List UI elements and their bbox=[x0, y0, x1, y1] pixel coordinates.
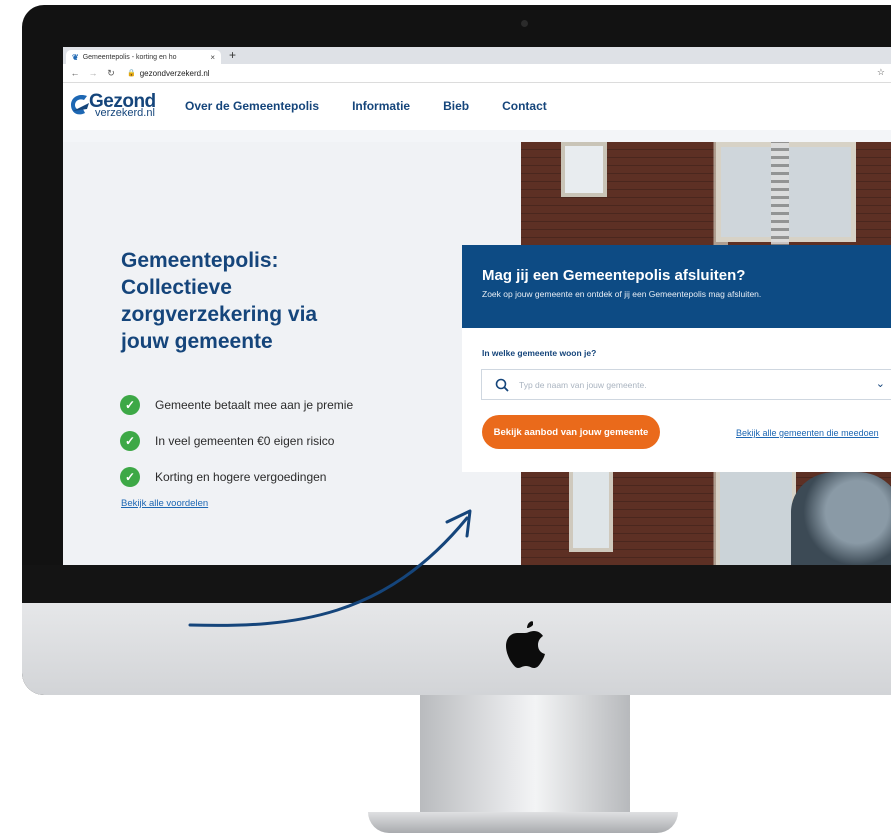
nav-over-gemeentepolis[interactable]: Over de Gemeentepolis bbox=[185, 99, 319, 113]
check-icon: ✓ bbox=[120, 467, 140, 487]
benefit-text: Gemeente betaalt mee aan je premie bbox=[155, 398, 354, 412]
back-icon[interactable]: ← bbox=[69, 68, 81, 78]
tab-title: Gemeentepolis - korting en ho bbox=[82, 53, 177, 61]
logo-word-verzekerd: verzekerd.nl bbox=[95, 107, 155, 119]
municipality-search-input[interactable] bbox=[517, 378, 851, 391]
all-municipalities-link[interactable]: Bekijk alle gemeenten die meedoen bbox=[736, 428, 879, 438]
photo-window bbox=[716, 462, 796, 565]
apple-logo-icon bbox=[506, 621, 545, 668]
browser-tab-strip: ❦ Gemeentepolis - korting en ho × + bbox=[63, 47, 891, 64]
view-offer-button[interactable]: Bekijk aanbod van jouw gemeente bbox=[482, 415, 660, 449]
bookmark-star-icon[interactable]: ☆ bbox=[877, 67, 885, 78]
search-card-header: Mag jij een Gemeentepolis afsluiten? Zoe… bbox=[462, 245, 891, 328]
camera-dot bbox=[521, 20, 528, 27]
photo-chain bbox=[771, 142, 789, 252]
photo-window bbox=[561, 142, 607, 197]
lock-icon: 🔒 bbox=[127, 70, 136, 77]
benefit-list: ✓ Gemeente betaalt mee aan je premie ✓ I… bbox=[120, 387, 353, 495]
benefit-text: Korting en hogere vergoedingen bbox=[155, 470, 327, 484]
screen: ❦ Gemeentepolis - korting en ho × + ← → … bbox=[63, 47, 891, 565]
main-nav: Over de Gemeentepolis Informatie Bieb Co… bbox=[185, 99, 580, 113]
photo-person bbox=[791, 472, 891, 565]
nav-bieb[interactable]: Bieb bbox=[443, 99, 469, 113]
municipality-select[interactable]: ⌄ bbox=[481, 369, 891, 400]
favicon-icon: ❦ bbox=[72, 52, 79, 62]
benefit-text: In veel gemeenten €0 eigen risico bbox=[155, 434, 335, 448]
site-header: Gezond verzekerd.nl Over de Gemeentepoli… bbox=[63, 83, 891, 130]
benefit-item: ✓ Korting en hogere vergoedingen bbox=[120, 459, 353, 495]
address-bar: ← → ↻ 🔒 gezondverzekerd.nl ☆ bbox=[63, 64, 891, 83]
browser-tab[interactable]: ❦ Gemeentepolis - korting en ho × bbox=[66, 50, 221, 64]
logo-mark-icon bbox=[71, 95, 89, 115]
search-card-subtitle: Zoek op jouw gemeente en ontdek of jij e… bbox=[482, 289, 762, 299]
photo-window bbox=[569, 462, 613, 552]
municipality-label: In welke gemeente woon je? bbox=[482, 348, 597, 358]
new-tab-button[interactable]: + bbox=[229, 48, 236, 62]
imac-stand-base bbox=[368, 812, 678, 833]
benefit-item: ✓ In veel gemeenten €0 eigen risico bbox=[120, 423, 353, 459]
tab-close-icon[interactable]: × bbox=[210, 53, 215, 62]
url-field[interactable]: gezondverzekerd.nl bbox=[140, 69, 210, 78]
reload-icon[interactable]: ↻ bbox=[105, 68, 117, 79]
nav-informatie[interactable]: Informatie bbox=[352, 99, 410, 113]
hero-title: Gemeentepolis: Collectieve zorgverzekeri… bbox=[121, 249, 318, 353]
site-logo[interactable]: Gezond verzekerd.nl bbox=[69, 89, 169, 123]
search-icon bbox=[495, 378, 509, 392]
search-card: Mag jij een Gemeentepolis afsluiten? Zoe… bbox=[462, 245, 891, 472]
search-card-title: Mag jij een Gemeentepolis afsluiten? bbox=[482, 267, 746, 284]
decorative-arrow-icon bbox=[188, 509, 472, 627]
check-icon: ✓ bbox=[120, 431, 140, 451]
chevron-down-icon[interactable]: ⌄ bbox=[876, 377, 885, 390]
benefit-item: ✓ Gemeente betaalt mee aan je premie bbox=[120, 387, 353, 423]
nav-contact[interactable]: Contact bbox=[502, 99, 547, 113]
forward-icon[interactable]: → bbox=[87, 68, 99, 78]
imac-stand bbox=[420, 695, 630, 815]
check-icon: ✓ bbox=[120, 395, 140, 415]
